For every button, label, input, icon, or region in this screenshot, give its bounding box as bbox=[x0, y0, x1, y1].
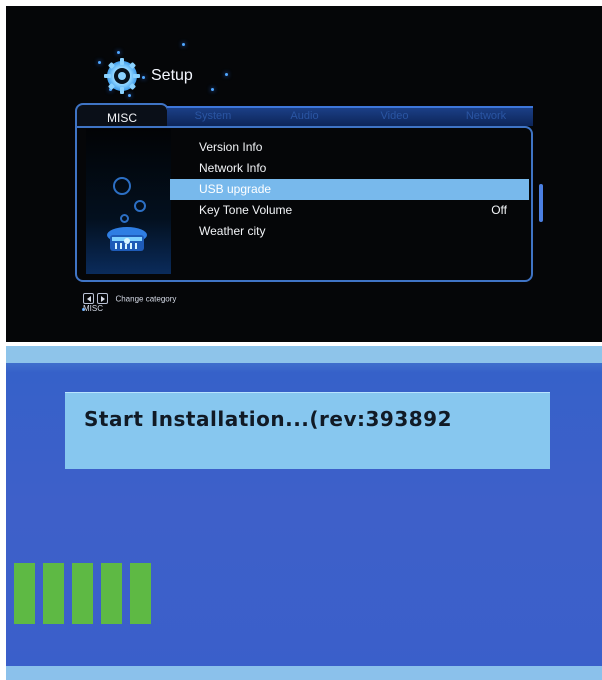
menu-item-label: USB upgrade bbox=[199, 182, 272, 196]
left-arrow-icon bbox=[83, 293, 94, 305]
tab-video-label: Video bbox=[380, 110, 409, 122]
top-status-bar bbox=[6, 346, 602, 363]
tab-video[interactable]: Video bbox=[350, 106, 439, 126]
menu-scrollbar[interactable] bbox=[539, 184, 543, 222]
installation-message-box: Start Installation...(rev:393892 bbox=[65, 392, 550, 469]
menu-item-key-tone-volume[interactable]: Key Tone Volume Off bbox=[170, 200, 529, 221]
bubble-decoration bbox=[120, 214, 129, 223]
progress-segment bbox=[72, 563, 93, 624]
setup-title: Setup bbox=[151, 67, 193, 84]
menu-item-label: Version Info bbox=[199, 140, 263, 154]
progress-segment bbox=[130, 563, 151, 624]
tab-network-label: Network bbox=[465, 110, 507, 122]
menu-item-label: Network Info bbox=[199, 161, 267, 175]
upgrade-screen: Start Installation...(rev:393892 bbox=[6, 346, 602, 680]
menu-item-label: Weather city bbox=[199, 224, 266, 238]
current-category-label: MISC bbox=[83, 304, 103, 313]
bubble-decoration bbox=[113, 177, 131, 195]
menu-item-label: Key Tone Volume bbox=[199, 203, 293, 217]
progress-segment bbox=[101, 563, 122, 624]
bubble-decoration bbox=[134, 200, 146, 212]
key-tone-volume-value: Off bbox=[491, 203, 507, 217]
menu-item-version-info[interactable]: Version Info bbox=[170, 137, 529, 158]
tab-system[interactable]: System bbox=[167, 106, 259, 126]
setup-tabs: MISC System Audio Video Network bbox=[75, 103, 533, 133]
progress-segment bbox=[43, 563, 64, 624]
misc-settings-menu: Version Info Network Info USB upgrade Ke… bbox=[170, 137, 529, 242]
tab-audio[interactable]: Audio bbox=[259, 106, 350, 126]
setup-screen: Setup MISC System Audio Video Network Ve… bbox=[6, 6, 602, 342]
bottom-status-bar bbox=[6, 666, 602, 680]
category-illustration bbox=[86, 129, 171, 274]
change-category-hint: Change category bbox=[115, 294, 177, 304]
upgrade-progress bbox=[14, 563, 151, 624]
menu-item-weather-city[interactable]: Weather city bbox=[170, 221, 529, 242]
menu-item-network-info[interactable]: Network Info bbox=[170, 158, 529, 179]
right-arrow-icon bbox=[97, 293, 108, 305]
tab-audio-label: Audio bbox=[290, 110, 319, 122]
treasure-chest-icon bbox=[107, 227, 147, 251]
tab-system-label: System bbox=[194, 110, 232, 122]
progress-segment bbox=[14, 563, 35, 624]
gear-icon bbox=[104, 58, 140, 94]
tab-network[interactable]: Network bbox=[439, 106, 533, 126]
installation-message: Start Installation...(rev:393892 bbox=[84, 407, 452, 431]
menu-item-usb-upgrade[interactable]: USB upgrade bbox=[170, 179, 529, 200]
